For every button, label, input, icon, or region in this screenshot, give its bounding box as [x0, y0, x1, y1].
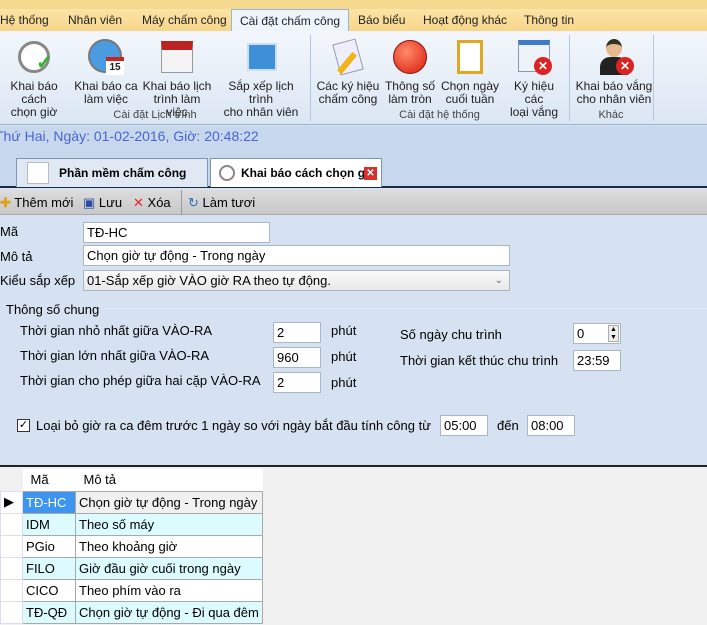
min-input[interactable]: 2 [273, 322, 321, 343]
user-x-icon: ✕ [594, 37, 634, 77]
red-circle-icon [390, 37, 430, 77]
table-row[interactable]: FILO Giờ đầu giờ cuối trong ngày [0, 556, 263, 580]
end-input[interactable]: 23:59 [573, 350, 621, 371]
tab-he-thong[interactable]: Hệ thống [0, 9, 49, 31]
chevron-down-icon: ⌄ [494, 275, 503, 286]
grid-table: Mã Mô tả ▶ TĐ-HC Chọn giờ tự động - Trong n… [0, 469, 263, 624]
stepper-arrows-icon[interactable]: ▲ ▼ [608, 325, 619, 342]
grid-header: Mã Mô tả [0, 469, 263, 491]
kieu-label: Kiểu sắp xếp [0, 273, 76, 288]
sap-xep-lich-trinh-button[interactable]: Sắp xếp lịch trình cho nhân viên [216, 37, 306, 119]
group-label-he-thong: Cài đặt hệ thống [399, 109, 480, 121]
toolbar: ✚ Thêm mới ▣ Lưu ✕ Xóa ↻ Làm tươi [0, 190, 707, 215]
col-ma[interactable]: Mã [22, 469, 76, 491]
checklist-icon [450, 37, 490, 77]
exclude-label: Loại bỏ giờ ra ca đêm trước 1 ngày so vớ… [36, 418, 431, 433]
thong-so-lam-tron-button[interactable]: Thông số làm tròn [384, 37, 436, 106]
delete-button[interactable]: ✕ Xóa [133, 190, 171, 215]
days-label: Số ngày chu trình [400, 327, 502, 342]
days-stepper[interactable]: 0 ▲ ▼ [573, 323, 621, 344]
max-label: Thời gian lớn nhất giữa VÀO-RA [20, 348, 210, 363]
end-label: Thời gian kết thúc chu trình [400, 353, 559, 368]
mota-label: Mô tả [0, 249, 33, 264]
table-row[interactable]: PGio Theo khoảng giờ [0, 534, 263, 558]
kieu-select[interactable]: 01-Sắp xếp giờ VÀO giờ RA theo tự động. ⌄ [83, 270, 510, 291]
to-label: đến [497, 418, 519, 433]
tab-hoat-dong-khac[interactable]: Hoạt động khác [423, 9, 507, 31]
ky-hieu-loai-vang-button[interactable]: ✕ Ký hiệu các loại vắng [503, 37, 565, 119]
mota-input[interactable]: Chọn giờ tự động - Trong ngày [83, 245, 510, 266]
unit-label: phút [331, 323, 357, 338]
current-row-arrow-icon: ▶ [0, 490, 23, 514]
document-tabs: Phần mềm chấm công Pro Khai báo cách chọ… [0, 156, 707, 209]
x-icon: ✕ [133, 195, 144, 210]
khai-bao-vang-button[interactable]: ✕ Khai báo vắng cho nhân viên [575, 37, 653, 106]
ma-input[interactable]: TĐ-HC [83, 222, 270, 243]
menu-tabs: Hệ thống Nhân viên Máy chấm công Cài đặt… [0, 9, 707, 31]
doc-tab-main[interactable]: Phần mềm chấm công Pro [16, 158, 208, 209]
refresh-button[interactable]: ↻ Làm tươi [181, 190, 255, 215]
clock-calendar-icon: 15 [86, 37, 126, 77]
clock-icon [219, 165, 235, 181]
title-bar [0, 0, 707, 9]
window-x-icon: ✕ [514, 37, 554, 77]
tab-thong-tin[interactable]: Thông tin [524, 9, 574, 31]
khai-bao-lich-trinh-button[interactable]: Khai báo lịch trình làm việc [142, 37, 212, 119]
close-tab-icon[interactable]: ✕ [364, 167, 377, 180]
chon-ngay-cuoi-tuan-button[interactable]: Chọn ngày cuối tuần [440, 37, 500, 106]
tab-bao-bieu[interactable]: Báo biểu [358, 9, 405, 31]
table-row[interactable]: IDM Theo số máy [0, 512, 263, 536]
from-input[interactable]: 05:00 [440, 415, 488, 436]
clock-check-icon: ✓ [14, 37, 54, 77]
app-logo-icon [27, 162, 49, 184]
col-mota[interactable]: Mô tả [75, 469, 263, 491]
ribbon-separator [653, 35, 654, 121]
clipboard-pencil-icon [328, 37, 368, 77]
status-datetime: Thứ Hai, Ngày: 01-02-2016, Giờ: 20:48:22 [0, 126, 707, 156]
khai-bao-ca-lam-viec-button[interactable]: 15 Khai báo ca làm việc [74, 37, 138, 106]
tab-nhan-vien[interactable]: Nhân viên [68, 9, 122, 31]
exclude-checkbox[interactable]: ✓ [17, 419, 30, 432]
divider [104, 308, 707, 309]
min-label: Thời gian nhỏ nhất giữa VÀO-RA [20, 323, 213, 338]
floppy-icon: ▣ [83, 195, 96, 210]
table-row[interactable]: ▶ TĐ-HC Chọn giờ tự động - Trong ngày [0, 490, 263, 514]
plus-icon: ✚ [0, 195, 11, 210]
group-label-lich-trinh: Cài đặt Lịch trình [113, 109, 197, 121]
section-title: Thông số chung [6, 302, 100, 317]
unit-label: phút [331, 375, 357, 390]
gap-label: Thời gian cho phép giữa hai cặp VÀO-RA [20, 373, 261, 388]
table-row[interactable]: TĐ-QĐ Chọn giờ tự động - Đi qua đêm [0, 600, 263, 624]
table-row[interactable]: CICO Theo phím vào ra [0, 578, 263, 602]
to-input[interactable]: 08:00 [527, 415, 575, 436]
cac-ky-hieu-button[interactable]: Các ký hiệu chấm công [316, 37, 380, 106]
add-button[interactable]: ✚ Thêm mới [0, 190, 73, 215]
save-button[interactable]: ▣ Lưu [83, 190, 122, 215]
calendar-icon [157, 37, 197, 77]
doc-tab-khai-bao[interactable]: Khai báo cách chọn giờ ✕ [210, 158, 382, 187]
user-photo-icon [241, 37, 281, 77]
max-input[interactable]: 960 [273, 347, 321, 368]
khai-bao-cach-chon-gio-button[interactable]: ✓ Khai báo cách chọn giờ [0, 37, 68, 119]
gap-input[interactable]: 2 [273, 372, 321, 393]
data-grid: Mã Mô tả ▶ TĐ-HC Chọn giờ tự động - Trong n… [0, 465, 707, 625]
refresh-icon: ↻ [188, 195, 199, 210]
ma-label: Mã [0, 224, 19, 239]
group-label-khac: Khác [598, 109, 624, 121]
tab-may-cham-cong[interactable]: Máy chấm công [142, 9, 227, 31]
unit-label: phút [331, 349, 357, 364]
tab-cai-dat-cham-cong[interactable]: Cài đặt chấm công [231, 9, 350, 31]
ribbon: ✓ Khai báo cách chọn giờ 15 Khai báo ca là… [0, 31, 707, 125]
